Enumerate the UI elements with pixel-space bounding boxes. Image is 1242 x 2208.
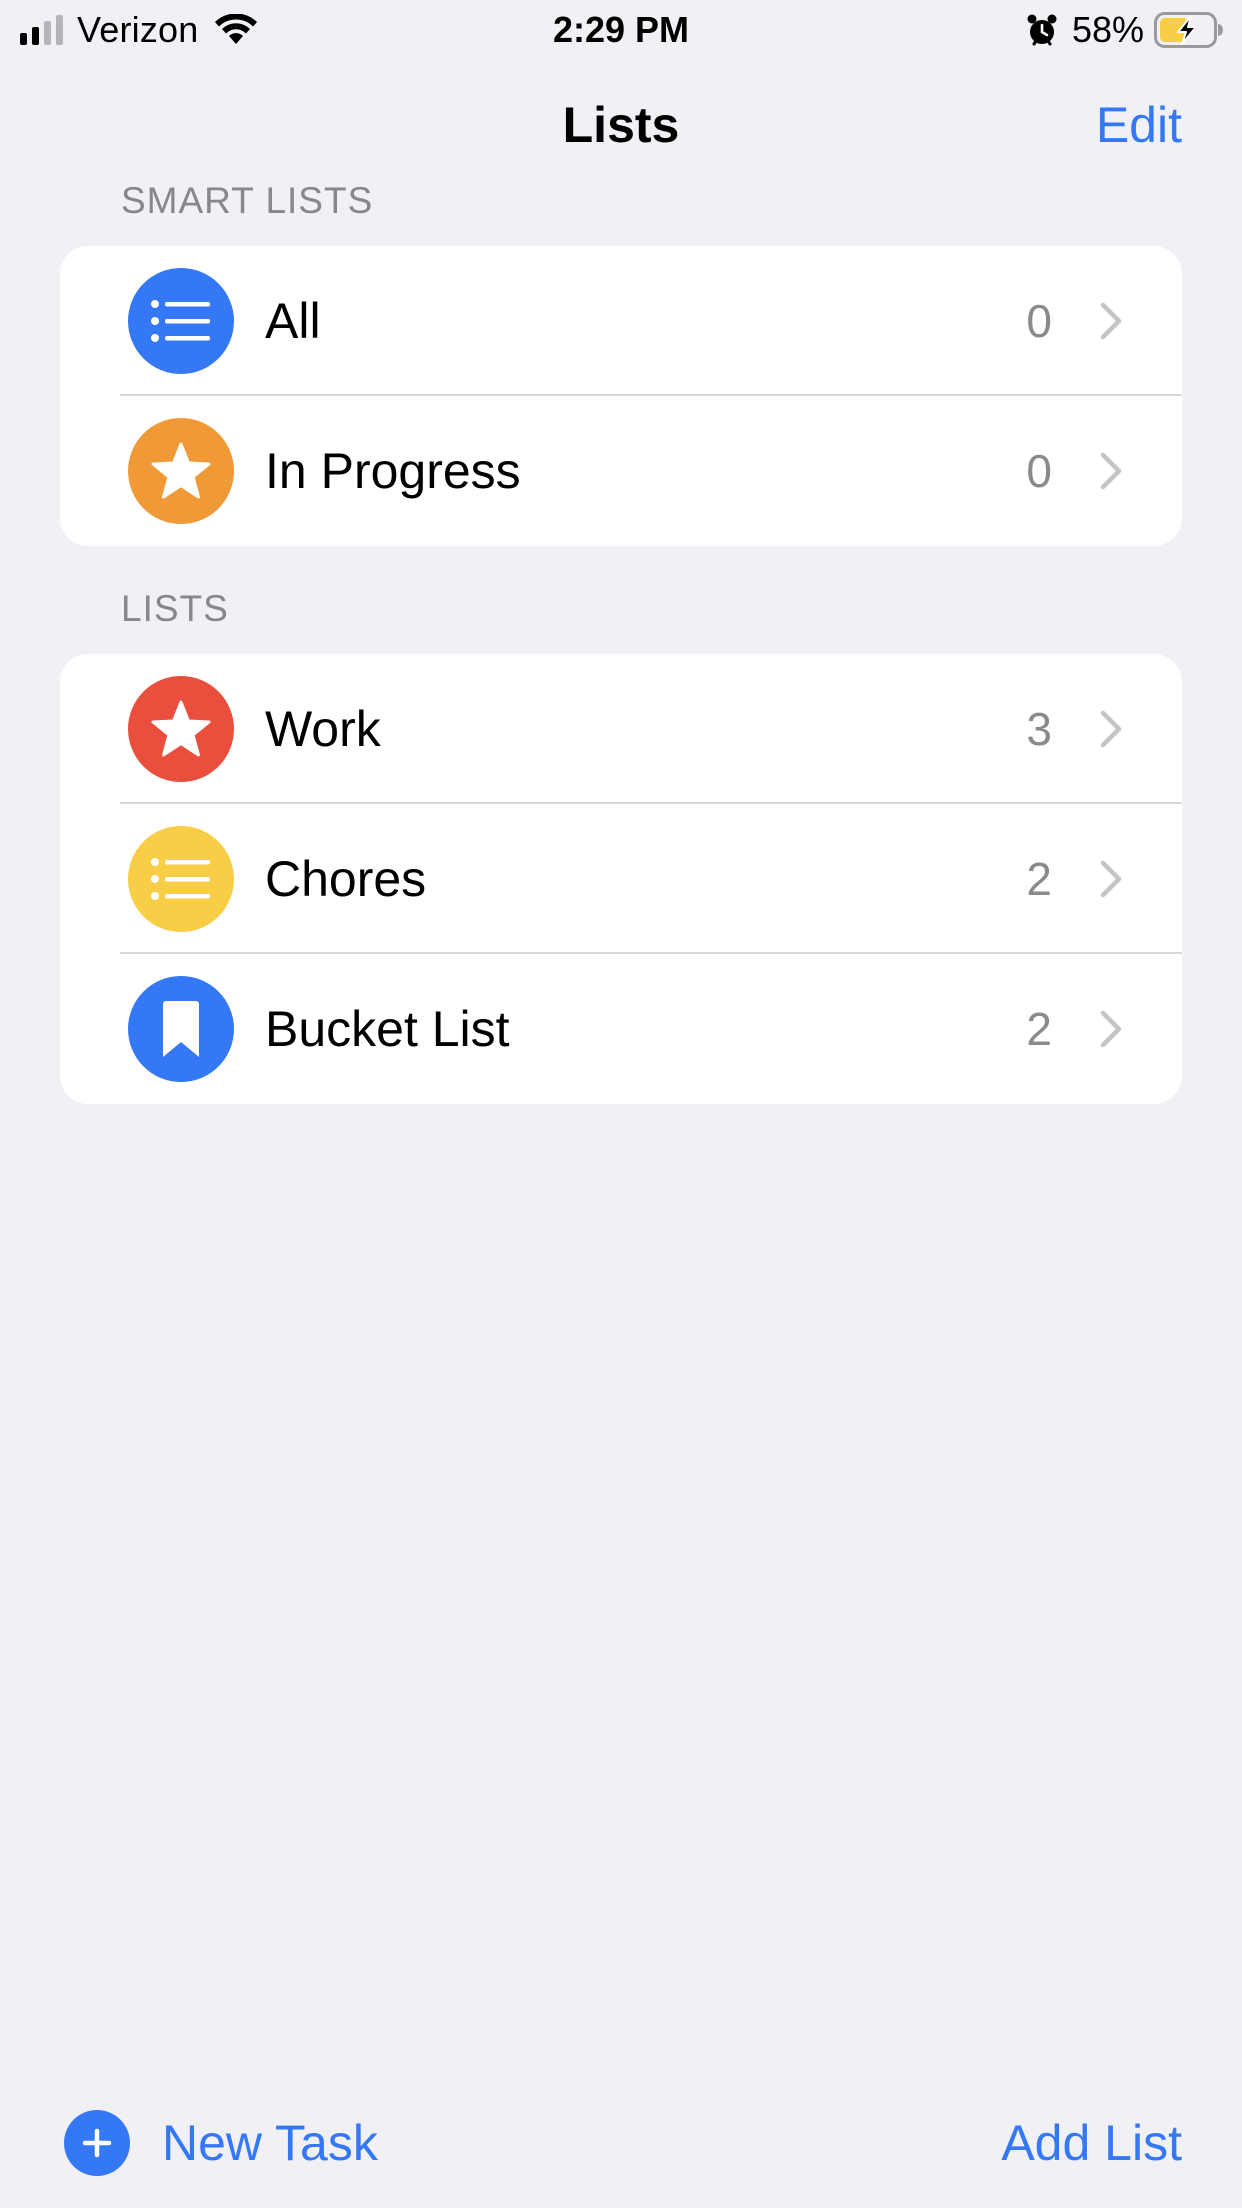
battery-percent: 58% bbox=[1071, 9, 1144, 50]
status-right: 58% bbox=[1026, 9, 1224, 50]
list-item-bucket-list[interactable]: Bucket List 2 bbox=[60, 954, 1182, 1104]
chevron-right-icon bbox=[1100, 1010, 1122, 1048]
list-label: Chores bbox=[265, 851, 427, 907]
lists-card: Work 3 Chores 2 Bucket List 2 bbox=[60, 654, 1182, 1104]
alarm-icon bbox=[1027, 14, 1057, 46]
new-task-button[interactable]: New Task bbox=[64, 2110, 378, 2176]
list-item-chores[interactable]: Chores 2 bbox=[60, 804, 1182, 954]
battery-charging-icon bbox=[1154, 12, 1223, 48]
page-title: Lists bbox=[562, 97, 680, 153]
list-item-work[interactable]: Work 3 bbox=[60, 654, 1182, 804]
smart-lists-header: SMART LISTS bbox=[121, 180, 374, 221]
list-count: 0 bbox=[1026, 295, 1052, 347]
lists-screen: Verizon 2:29 PM 58% Lists Edit SMART LIS… bbox=[0, 0, 1242, 2208]
plus-circle-icon bbox=[64, 2110, 130, 2176]
chevron-right-icon bbox=[1100, 452, 1122, 490]
list-count: 2 bbox=[1026, 1003, 1052, 1055]
status-bar: Verizon 2:29 PM 58% bbox=[0, 0, 1242, 62]
chevron-right-icon bbox=[1100, 302, 1122, 340]
new-task-label: New Task bbox=[162, 2115, 378, 2171]
chevron-right-icon bbox=[1100, 710, 1122, 748]
list-count: 2 bbox=[1026, 853, 1052, 905]
list-count: 3 bbox=[1026, 703, 1052, 755]
edit-button[interactable]: Edit bbox=[1096, 96, 1182, 154]
lists-header: LISTS bbox=[121, 588, 229, 629]
star-icon bbox=[128, 676, 234, 782]
list-label: In Progress bbox=[265, 443, 521, 499]
list-label: Work bbox=[265, 701, 381, 757]
list-label: Bucket List bbox=[265, 1001, 510, 1057]
list-label: All bbox=[265, 293, 321, 349]
smart-list-item-all[interactable]: All 0 bbox=[60, 246, 1182, 396]
smart-list-item-in-progress[interactable]: In Progress 0 bbox=[60, 396, 1182, 546]
add-list-button[interactable]: Add List bbox=[1001, 2110, 1182, 2176]
star-icon bbox=[128, 418, 234, 524]
bookmark-icon bbox=[128, 976, 234, 1082]
list-icon bbox=[128, 826, 234, 932]
list-count: 0 bbox=[1026, 445, 1052, 497]
chevron-right-icon bbox=[1100, 860, 1122, 898]
list-icon bbox=[128, 268, 234, 374]
smart-lists-card: All 0 In Progress 0 bbox=[60, 246, 1182, 546]
